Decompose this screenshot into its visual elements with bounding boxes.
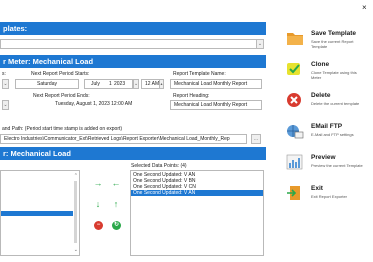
refresh-icon[interactable]: ↻ [112,221,121,230]
preview-title: Preview [311,154,336,161]
save-template-desc: Save the current Report Template [311,39,354,49]
template-name-label: Report Template Name: [173,71,226,77]
action-panel: × Save Template Save the current Report … [274,0,373,262]
next-end-label: Next Report Period Ends: [33,93,90,99]
start-day-text: Saturday [36,81,57,87]
path-text: Electro Industries\Communicator_Ext\Retr… [4,136,230,142]
start-day-field[interactable]: Saturday [15,79,79,89]
start-month-text: July [91,81,100,87]
chevron-down-icon[interactable]: ⌄ [256,39,264,49]
heading-label: Report Heading: [173,93,210,99]
template-name-text: Mechanical Load Monthly Report [174,81,248,87]
next-start-label: Next Report Period Starts: [31,71,90,77]
scrollbar-down-icon[interactable]: ⌄ [74,247,78,253]
template-name-input[interactable]: Mechanical Load Monthly Report [170,79,262,89]
move-right-arrow-icon[interactable]: → [93,178,103,188]
end-value: Tuesday, August 1, 2023 12:00 AM [55,101,133,107]
delete-title: Delete [311,92,331,99]
clone-desc: Clone Template using this Meter [311,70,357,80]
move-left-arrow-icon[interactable]: ← [111,178,121,188]
meter-fragment-label: s: [2,71,6,77]
email-ftp-desc: E-Mail and FTP settings [311,132,354,137]
folder-save-icon [287,33,303,45]
clone-icon [287,63,300,75]
scrollbar-track[interactable] [74,181,77,243]
selected-available-row[interactable] [1,211,73,216]
delete-icon [287,93,301,107]
move-up-arrow-icon[interactable]: ↑ [111,199,121,209]
clone-title: Clone [311,61,330,68]
browse-button[interactable]: ... [251,134,261,144]
list-item-selected[interactable]: One Second Updated: V AN [131,190,263,196]
preview-chart-icon [286,154,303,170]
email-ftp-title: EMail FTP [311,123,343,130]
heading-input[interactable]: Mechanical Load Monthly Report [170,100,262,110]
save-template-title: Save Template [311,30,357,37]
selected-points-label: Selected Data Points: (4) [131,163,187,169]
exit-title: Exit [311,185,323,192]
selected-points-list[interactable]: One Second Updated: V AN One Second Upda… [130,170,264,256]
path-input[interactable]: Electro Industries\Communicator_Ext\Retr… [0,134,247,144]
scrollbar-up-icon[interactable]: ⌃ [74,173,78,179]
exit-door-icon [287,186,300,200]
meter-header: r Meter: Mechanical Load [0,55,266,68]
start-year-text: 2023 [114,81,126,87]
time-spin-icon[interactable]: ▴ [159,79,164,89]
remove-icon[interactable]: − [94,221,103,230]
schedule-dropdown-button[interactable]: ⌄ [2,79,9,89]
start-date-picker[interactable]: July 1 2023 [84,79,133,89]
close-icon[interactable]: × [362,3,367,12]
start-time-field[interactable]: 12 AM [141,79,161,89]
end-dropdown-button[interactable]: ⌄ [2,100,9,110]
start-day-num-text: 1 [109,81,112,87]
path-label: and Path: (Period start time stamp is ad… [2,126,123,132]
move-down-arrow-icon[interactable]: ↓ [93,199,103,209]
template-dropdown[interactable] [0,39,258,49]
available-points-list[interactable]: ⌃ ⌄ [0,170,80,256]
calendar-icon[interactable]: ⌄ [133,79,139,89]
delete-desc: Delete the current template [311,101,360,106]
data-points-header: r: Mechanical Load [0,147,266,160]
exit-button[interactable]: Exit Exit Report Exporter [274,175,373,211]
start-time-text: 12 AM [145,81,160,87]
templates-header: plates: [0,22,266,35]
preview-desc: Preview the current Template [311,163,363,168]
exit-desc: Exit Report Exporter [311,194,348,199]
globe-mail-icon [287,125,304,139]
heading-text: Mechanical Load Monthly Report [174,102,248,108]
